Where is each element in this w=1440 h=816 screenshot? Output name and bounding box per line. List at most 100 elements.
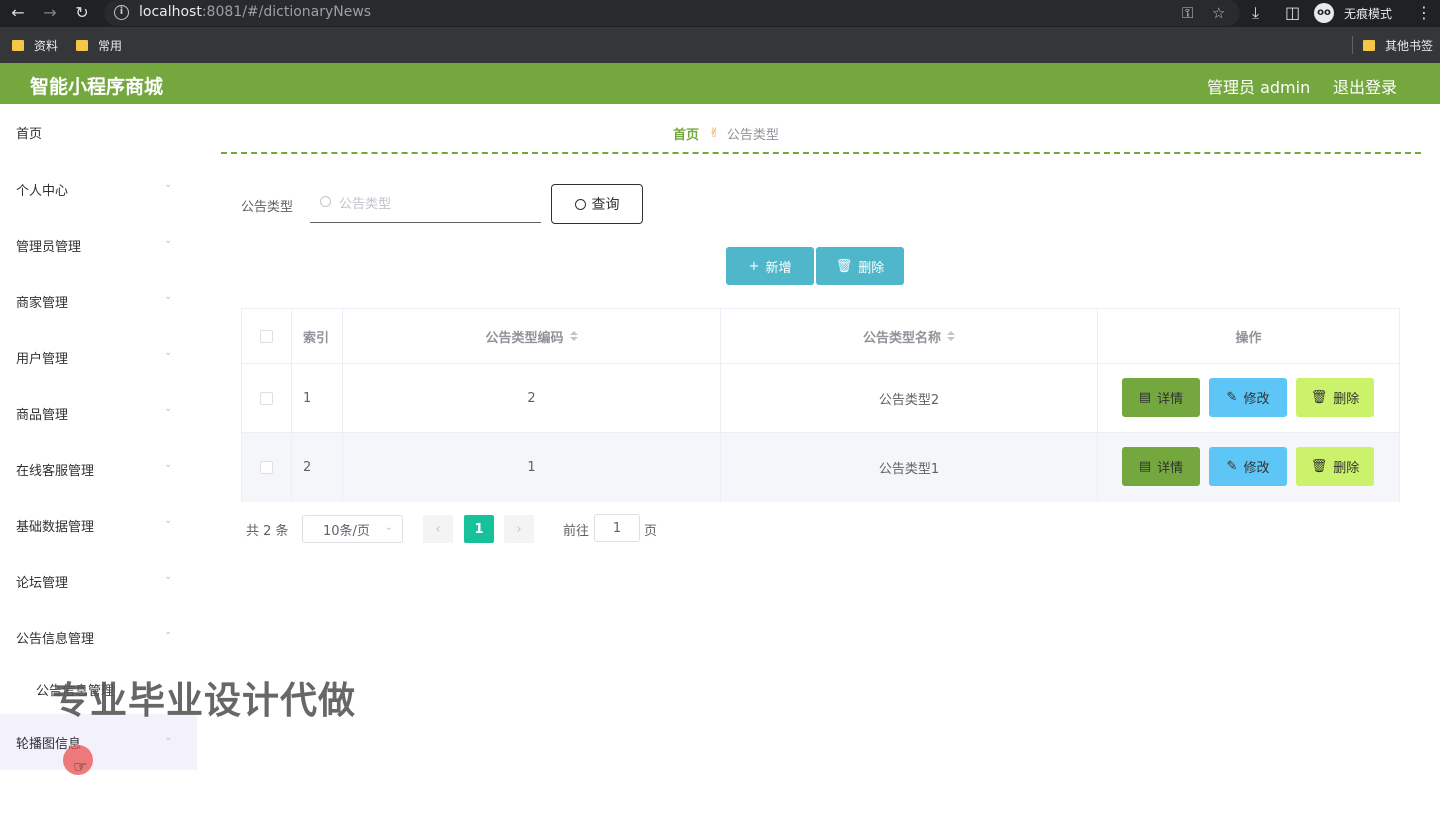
add-button[interactable]: + 新增 xyxy=(726,247,814,285)
goto-label: 前往 xyxy=(563,524,590,539)
sidebar-item-base-data[interactable]: 基础数据管理 ⌄ xyxy=(0,497,197,553)
delete-button[interactable]: 🗑 删除 xyxy=(1296,447,1374,486)
next-page-button[interactable]: › xyxy=(504,515,534,543)
incognito-icon: oo xyxy=(1314,3,1334,23)
breadcrumb-current: 公告类型 xyxy=(726,128,779,143)
trash-icon: 🗑 xyxy=(1310,390,1328,405)
current-user: 管理员 admin xyxy=(1207,78,1311,97)
row-checkbox[interactable] xyxy=(260,461,273,474)
chevron-down-icon: ⌄ xyxy=(164,347,173,358)
sidepanel-icon[interactable]: ◫ xyxy=(1285,3,1300,23)
other-bookmarks[interactable]: 其他书签 xyxy=(1363,37,1433,54)
hand-icon: ✌ xyxy=(709,126,720,141)
reload-icon[interactable]: ↻ xyxy=(72,3,92,23)
table-row: 1 2 公告类型2 ▤ 详情 ✎ 修改 🗑 删除 xyxy=(242,364,1399,433)
chevron-down-icon: ⌄ xyxy=(164,403,173,414)
sidebar-item-forum[interactable]: 论坛管理 ⌄ xyxy=(0,553,197,609)
address-bar[interactable]: i localhost:8081/#/dictionaryNews ⚿ ☆ xyxy=(104,0,1240,26)
logout-link[interactable]: 退出登录 xyxy=(1333,74,1397,98)
document-icon: ▤ xyxy=(1138,459,1152,474)
edit-button[interactable]: ✎ 修改 xyxy=(1209,447,1287,486)
trash-icon: 🗑 xyxy=(835,258,853,274)
breadcrumb: 首页 ✌ 公告类型 xyxy=(673,124,779,143)
forward-icon[interactable]: → xyxy=(40,3,60,23)
sidebar-item-goods[interactable]: 商品管理 ⌄ xyxy=(0,385,197,441)
divider xyxy=(221,152,1421,154)
cell-ops: ▤ 详情 ✎ 修改 🗑 删除 xyxy=(1098,433,1399,502)
cell-ops: ▤ 详情 ✎ 修改 🗑 删除 xyxy=(1098,364,1399,432)
sidebar-item-personal-center[interactable]: 个人中心 ⌄ xyxy=(0,161,197,217)
chevron-down-icon: ⌄ xyxy=(164,571,173,582)
pencil-icon: ✎ xyxy=(1226,390,1238,405)
edit-button[interactable]: ✎ 修改 xyxy=(1209,378,1287,417)
app-title: 智能小程序商城 xyxy=(30,76,164,98)
url-text[interactable]: localhost:8081/#/dictionaryNews xyxy=(139,4,371,20)
sidebar-item-customer-service[interactable]: 在线客服管理 ⌄ xyxy=(0,441,197,497)
search-icon xyxy=(320,196,331,207)
search-label: 公告类型 xyxy=(241,200,294,215)
cell-code: 1 xyxy=(343,433,721,502)
folder-icon xyxy=(76,40,88,51)
incognito-label: 无痕模式 xyxy=(1344,6,1393,21)
chevron-down-icon: ⌄ xyxy=(164,235,173,246)
sort-icon[interactable] xyxy=(947,331,955,341)
sidebar-item-notice[interactable]: 公告信息管理 ⌃ xyxy=(0,609,197,665)
bookmarks-divider xyxy=(1352,36,1353,54)
menu-icon[interactable]: ⋮ xyxy=(1416,3,1432,23)
column-name[interactable]: 公告类型名称 xyxy=(721,309,1098,363)
sidebar-item-admin[interactable]: 管理员管理 ⌄ xyxy=(0,217,197,273)
browser-toolbar: ← → ↻ i localhost:8081/#/dictionaryNews … xyxy=(0,0,1440,27)
folder-icon xyxy=(1363,40,1375,51)
batch-delete-button[interactable]: 🗑 删除 xyxy=(816,247,904,285)
pagination-total: 共 2 条 xyxy=(246,524,289,539)
bookmark-folder[interactable]: 资料 xyxy=(12,37,58,54)
chevron-down-icon: ⌄ xyxy=(164,179,173,190)
watermark: 专业毕业设计代做 xyxy=(52,679,356,722)
detail-button[interactable]: ▤ 详情 xyxy=(1122,378,1200,417)
trash-icon: 🗑 xyxy=(1310,459,1328,474)
back-icon[interactable]: ← xyxy=(8,3,28,23)
download-icon[interactable]: ⤓ xyxy=(1252,3,1259,23)
column-ops: 操作 xyxy=(1235,330,1262,346)
column-index: 索引 xyxy=(292,309,343,363)
cell-name: 公告类型1 xyxy=(721,433,1098,502)
pencil-icon: ✎ xyxy=(1226,459,1238,474)
chevron-right-icon: › xyxy=(516,521,522,537)
chevron-down-icon: ⌄ xyxy=(164,732,173,743)
folder-icon xyxy=(12,40,24,51)
chevron-down-icon: ⌄ xyxy=(164,515,173,526)
sort-icon[interactable] xyxy=(569,331,578,341)
row-checkbox[interactable] xyxy=(260,391,273,405)
sidebar-item-home[interactable]: 首页 xyxy=(0,104,197,160)
table-header: 索引 公告类型编码 公告类型名称 操作 xyxy=(242,309,1399,364)
cell-code: 2 xyxy=(343,364,721,432)
incognito-indicator[interactable]: oo 无痕模式 xyxy=(1314,2,1392,24)
chevron-down-icon: ⌄ xyxy=(164,291,173,302)
query-button[interactable]: 查询 xyxy=(551,184,643,224)
sidebar-item-merchant[interactable]: 商家管理 ⌄ xyxy=(0,273,197,329)
search-input[interactable] xyxy=(339,194,529,214)
select-all-checkbox[interactable] xyxy=(260,329,273,343)
key-icon[interactable]: ⚿ xyxy=(1182,3,1193,23)
cell-index: 2 xyxy=(292,433,343,502)
prev-page-button[interactable]: ‹ xyxy=(423,515,453,543)
document-icon: ▤ xyxy=(1138,390,1152,405)
data-table: 索引 公告类型编码 公告类型名称 操作 1 2 公告类型2 ▤ 详情 ✎ 修改 🗑 删… xyxy=(241,308,1400,502)
table-row: 2 1 公告类型1 ▤ 详情 ✎ 修改 🗑 删除 xyxy=(242,433,1399,502)
sidebar-item-user[interactable]: 用户管理 ⌄ xyxy=(0,329,197,385)
bookmark-folder[interactable]: 常用 xyxy=(76,37,122,54)
page-suffix: 页 xyxy=(644,524,658,539)
site-info-icon[interactable]: i xyxy=(114,5,129,20)
search-field[interactable] xyxy=(310,186,541,223)
breadcrumb-home[interactable]: 首页 xyxy=(673,124,699,143)
detail-button[interactable]: ▤ 详情 xyxy=(1122,447,1200,486)
delete-button[interactable]: 🗑 删除 xyxy=(1296,378,1374,417)
page-number-current[interactable]: 1 xyxy=(464,515,494,543)
cell-name: 公告类型2 xyxy=(721,364,1098,432)
column-code[interactable]: 公告类型编码 xyxy=(343,309,721,363)
goto-page-input[interactable]: 1 xyxy=(594,514,640,542)
star-icon[interactable]: ☆ xyxy=(1212,3,1225,23)
search-icon xyxy=(574,198,586,210)
page-size-select[interactable]: 10条/页 ⌄ xyxy=(302,515,403,543)
chevron-down-icon: ⌄ xyxy=(164,459,173,470)
